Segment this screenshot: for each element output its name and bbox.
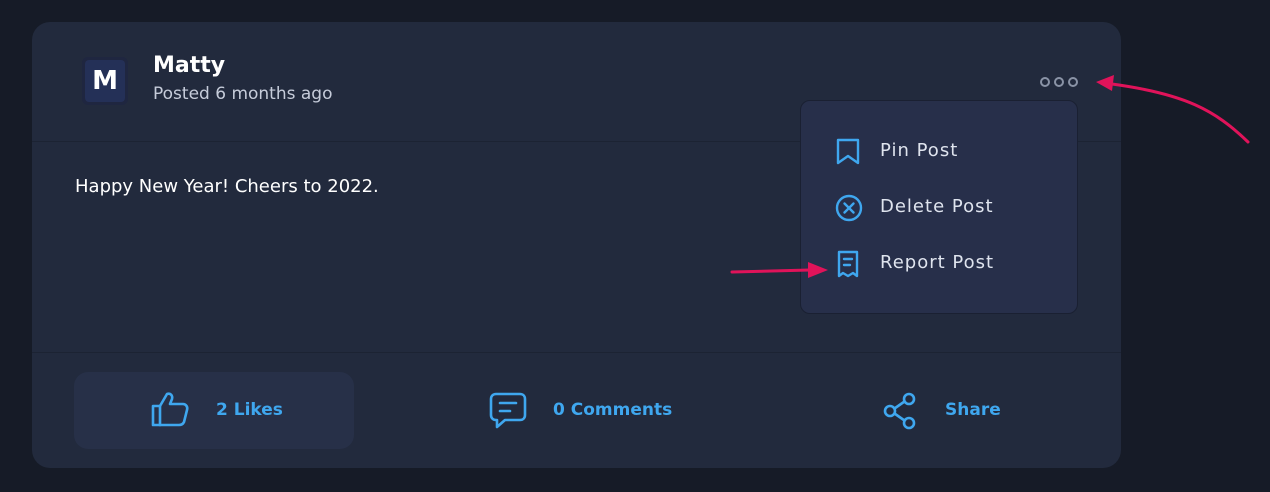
- post-options-menu: Pin Post Delete Post Report Post: [800, 100, 1078, 314]
- more-options-button[interactable]: [1036, 72, 1082, 92]
- chat-bubble-icon: [489, 392, 527, 429]
- menu-item-label: Report Post: [880, 252, 995, 273]
- receipt-icon: [837, 250, 859, 278]
- menu-item-label: Delete Post: [880, 196, 994, 217]
- footer-divider: [32, 352, 1121, 353]
- more-dot-icon: [1054, 77, 1064, 87]
- share-label: Share: [945, 400, 1001, 420]
- likes-count: 2 Likes: [216, 400, 283, 420]
- bookmark-icon: [836, 138, 860, 165]
- menu-item-label: Pin Post: [880, 140, 959, 161]
- post-timestamp: Posted 6 months ago: [153, 84, 333, 104]
- like-button[interactable]: 2 Likes: [74, 372, 354, 449]
- menu-item-pin-post[interactable]: Pin Post: [801, 129, 1077, 173]
- author-name[interactable]: Matty: [153, 52, 225, 80]
- avatar[interactable]: M: [82, 57, 128, 105]
- post-content: Happy New Year! Cheers to 2022.: [75, 176, 379, 197]
- more-dot-icon: [1040, 77, 1050, 87]
- menu-item-delete-post[interactable]: Delete Post: [801, 185, 1077, 229]
- menu-item-report-post[interactable]: Report Post: [801, 241, 1077, 285]
- share-icon: [883, 392, 916, 430]
- comments-count: 0 Comments: [553, 400, 673, 420]
- comment-button[interactable]: 0 Comments: [482, 372, 722, 449]
- share-button[interactable]: Share: [878, 372, 1018, 449]
- avatar-letter: M: [92, 66, 118, 96]
- thumbs-up-icon: [151, 392, 189, 427]
- close-circle-icon: [835, 194, 863, 222]
- more-dot-icon: [1068, 77, 1078, 87]
